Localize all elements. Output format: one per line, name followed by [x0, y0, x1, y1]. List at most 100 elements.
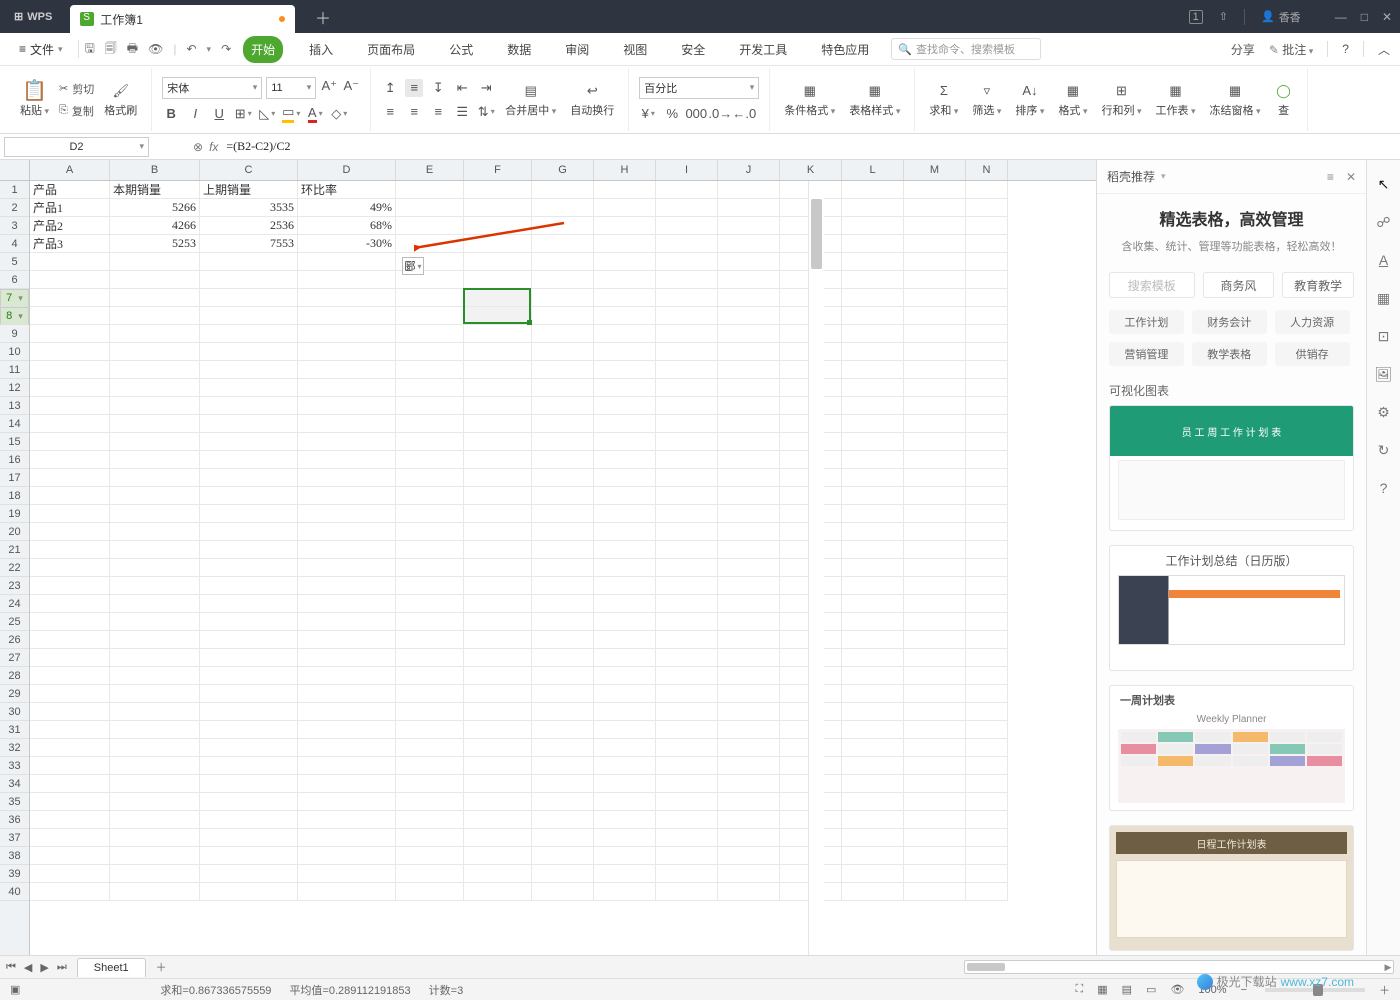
cell-F2[interactable]: [464, 199, 532, 217]
cell-N32[interactable]: [966, 739, 1008, 757]
cell-J27[interactable]: [718, 649, 780, 667]
ribbon-tab-开发工具[interactable]: 开发工具: [731, 36, 795, 63]
sum-button[interactable]: Σ求和: [925, 82, 962, 118]
cell-G14[interactable]: [532, 415, 594, 433]
cell-L25[interactable]: [842, 613, 904, 631]
rail-table-icon[interactable]: ▦: [1374, 288, 1394, 308]
cell-E7[interactable]: [396, 289, 464, 307]
align-left-icon[interactable]: ≡: [381, 103, 399, 121]
zoom-value[interactable]: 100%: [1198, 984, 1226, 996]
cell-A14[interactable]: [30, 415, 110, 433]
cell-H23[interactable]: [594, 577, 656, 595]
cell-J8[interactable]: [718, 307, 780, 325]
row-header-24[interactable]: 24: [0, 595, 29, 613]
row-header-13[interactable]: 13: [0, 397, 29, 415]
template-card[interactable]: 日程工作计划表: [1109, 825, 1354, 951]
cell-G9[interactable]: [532, 325, 594, 343]
row-header-26[interactable]: 26: [0, 631, 29, 649]
cell-B24[interactable]: [110, 595, 200, 613]
clear-icon[interactable]: ◇: [330, 105, 348, 123]
sidebar-category[interactable]: 财务会计: [1192, 310, 1267, 334]
cell-B38[interactable]: [110, 847, 200, 865]
cell-A35[interactable]: [30, 793, 110, 811]
cell-D21[interactable]: [298, 541, 396, 559]
cell-M14[interactable]: [904, 415, 966, 433]
name-box[interactable]: D2: [4, 137, 149, 157]
close-button[interactable]: ✕: [1382, 10, 1392, 24]
find-button[interactable]: ◯查: [1271, 82, 1297, 118]
cell-N35[interactable]: [966, 793, 1008, 811]
rail-link-icon[interactable]: ☍: [1374, 212, 1394, 232]
cell-F23[interactable]: [464, 577, 532, 595]
border-icon[interactable]: ⊞: [234, 105, 252, 123]
cell-B37[interactable]: [110, 829, 200, 847]
cell-E2[interactable]: [396, 199, 464, 217]
cell-D15[interactable]: [298, 433, 396, 451]
cell-E1[interactable]: [396, 181, 464, 199]
cell-C27[interactable]: [200, 649, 298, 667]
cell-I15[interactable]: [656, 433, 718, 451]
cell-G37[interactable]: [532, 829, 594, 847]
cell-H36[interactable]: [594, 811, 656, 829]
cell-E23[interactable]: [396, 577, 464, 595]
cell-M6[interactable]: [904, 271, 966, 289]
cell-J30[interactable]: [718, 703, 780, 721]
cell-N13[interactable]: [966, 397, 1008, 415]
cell-G13[interactable]: [532, 397, 594, 415]
cell-E25[interactable]: [396, 613, 464, 631]
cell-F37[interactable]: [464, 829, 532, 847]
cell-C12[interactable]: [200, 379, 298, 397]
cell-C33[interactable]: [200, 757, 298, 775]
cell-F33[interactable]: [464, 757, 532, 775]
cell-L6[interactable]: [842, 271, 904, 289]
cell-C35[interactable]: [200, 793, 298, 811]
cell-A25[interactable]: [30, 613, 110, 631]
cell-F6[interactable]: [464, 271, 532, 289]
cell-L5[interactable]: [842, 253, 904, 271]
row-header-15[interactable]: 15: [0, 433, 29, 451]
cell-A15[interactable]: [30, 433, 110, 451]
cell-N11[interactable]: [966, 361, 1008, 379]
cell-F21[interactable]: [464, 541, 532, 559]
cell-D5[interactable]: [298, 253, 396, 271]
cell-N20[interactable]: [966, 523, 1008, 541]
cell-H29[interactable]: [594, 685, 656, 703]
row-header-27[interactable]: 27: [0, 649, 29, 667]
cell-A16[interactable]: [30, 451, 110, 469]
zoom-slider[interactable]: [1265, 988, 1365, 992]
cell-M23[interactable]: [904, 577, 966, 595]
cell-D14[interactable]: [298, 415, 396, 433]
cell-D22[interactable]: [298, 559, 396, 577]
currency-icon[interactable]: ¥: [639, 105, 657, 123]
col-header-D[interactable]: D: [298, 160, 396, 180]
cell-L3[interactable]: [842, 217, 904, 235]
cell-I38[interactable]: [656, 847, 718, 865]
cell-E36[interactable]: [396, 811, 464, 829]
cell-E33[interactable]: [396, 757, 464, 775]
cell-N15[interactable]: [966, 433, 1008, 451]
cell-H3[interactable]: [594, 217, 656, 235]
cell-A6[interactable]: [30, 271, 110, 289]
cell-M31[interactable]: [904, 721, 966, 739]
cell-N8[interactable]: [966, 307, 1008, 325]
ribbon-tab-页面布局[interactable]: 页面布局: [359, 36, 423, 63]
cell-A24[interactable]: [30, 595, 110, 613]
cell-J39[interactable]: [718, 865, 780, 883]
cell-B19[interactable]: [110, 505, 200, 523]
cell-N23[interactable]: [966, 577, 1008, 595]
cell-M24[interactable]: [904, 595, 966, 613]
cell-J15[interactable]: [718, 433, 780, 451]
cell-F19[interactable]: [464, 505, 532, 523]
rail-cursor-icon[interactable]: ↖: [1374, 174, 1394, 194]
cell-M2[interactable]: [904, 199, 966, 217]
cell-F28[interactable]: [464, 667, 532, 685]
cell-C20[interactable]: [200, 523, 298, 541]
cell-F32[interactable]: [464, 739, 532, 757]
cell-B17[interactable]: [110, 469, 200, 487]
cell-F31[interactable]: [464, 721, 532, 739]
percent-icon[interactable]: %: [663, 105, 681, 123]
cell-B40[interactable]: [110, 883, 200, 901]
cell-G3[interactable]: [532, 217, 594, 235]
record-macro-icon[interactable]: ▣: [10, 983, 20, 996]
save-icon[interactable]: 🖫: [85, 39, 95, 60]
